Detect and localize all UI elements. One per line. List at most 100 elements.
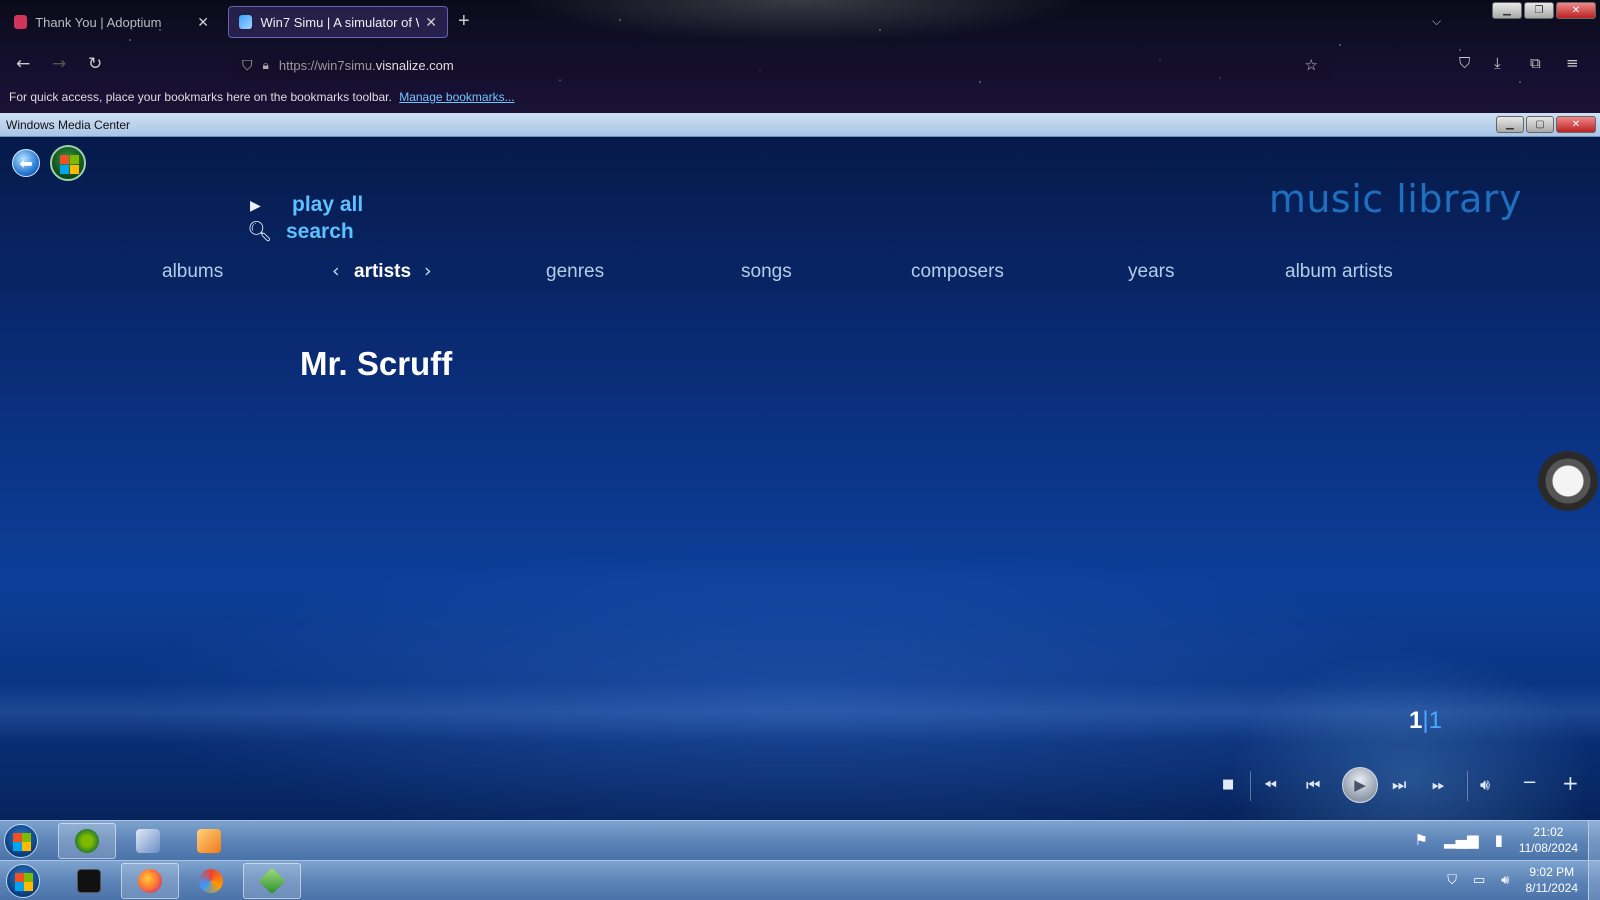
url-prefix: https://win7simu. [278,57,376,73]
windows-logo-icon [15,873,24,882]
category-albums[interactable]: albums [162,261,223,283]
system-tray: ⚑ ▂▄▆ ▮ 21:02 11/08/2024 [1415,824,1579,856]
taskbar-media-player[interactable] [180,823,238,859]
pocket-icon[interactable]: ⛉ [1459,54,1470,72]
manage-bookmarks-link[interactable]: Manage bookmarks... [399,90,514,104]
close-tab-icon[interactable]: ✕ [425,14,437,31]
tracking-shield-icon[interactable]: ⛉ [242,57,253,74]
extensions-icon[interactable]: ⧉ [1530,54,1541,72]
system-tray: ⛉ ▭ 🔊︎ 9:02 PM 8/11/2024 [1447,864,1578,896]
taskbar-terminal[interactable] [60,863,118,899]
play-all-button[interactable]: ▶ play all [250,193,363,217]
stop-icon[interactable]: ■ [1222,777,1234,792]
terminal-icon [77,869,101,893]
tab-title: Thank You | Adoptium [35,14,162,30]
magnifier-icon: 🔍︎ [247,221,273,243]
back-button[interactable]: ⬅ [12,149,40,177]
bookmarks-notice: For quick access, place your bookmarks h… [9,90,392,104]
taskbar-firefox[interactable] [121,863,179,899]
reload-icon[interactable]: ↻ [88,54,102,74]
url-text[interactable]: https://win7simu.visnalize.com [279,58,454,73]
new-tab-button[interactable]: + [458,10,470,33]
show-desktop-button[interactable] [1588,821,1600,861]
start-button[interactable] [4,824,38,858]
fast-forward-icon[interactable]: ⏩︎ [1432,775,1445,795]
network-signal-icon[interactable]: ▂▄▆ [1444,831,1479,849]
list-tabs-chevron-icon[interactable]: ⌵ [1432,14,1441,29]
tab-title: Win7 Simu | A simulator of Win [260,14,419,30]
page-counter: 1|1 [1409,707,1442,735]
clock[interactable]: 9:02 PM 8/11/2024 [1526,864,1579,896]
minimize-button[interactable]: ▁ [1492,2,1522,19]
skip-forward-icon[interactable]: ⏭︎ [1392,775,1406,795]
address-bar[interactable]: ⛉ 🔒︎ https://win7simu.visnalize.com ☆ [232,50,1332,80]
category-years[interactable]: years [1128,261,1174,283]
transport-divider [1467,771,1468,801]
category-composers[interactable]: composers [911,261,1004,283]
windows-logo-pane [24,882,33,891]
lock-icon[interactable]: 🔒︎ [263,58,269,73]
play-icon: ▶ [1354,776,1366,794]
taskbar-swirl-app[interactable] [182,863,240,899]
display-icon[interactable]: ▭ [1473,873,1485,888]
scroll-knob[interactable] [1538,451,1598,511]
search-button[interactable]: 🔍︎ search [247,219,354,244]
artist-tile[interactable]: Mr. Scruff [300,345,452,383]
windows-logo-pane [24,873,33,882]
category-strip: albums ‹ artists › genres songs composer… [0,257,1600,291]
media-center-start-button[interactable] [50,145,86,181]
transport-divider [1250,771,1251,801]
tab-win7simu[interactable]: Win7 Simu | A simulator of Win ✕ [228,6,448,38]
maximize-button[interactable]: ▢ [1526,116,1554,133]
taskbar-media-center[interactable] [58,823,116,859]
volume-up-icon[interactable]: + [1562,771,1579,795]
back-arrow-icon[interactable]: ← [16,54,30,74]
win7simu-favicon-icon [239,15,253,29]
close-tab-icon[interactable]: ✕ [197,14,209,31]
skip-back-icon[interactable]: ⏮︎ [1306,775,1320,795]
url-domain: visnalize.com [375,57,454,73]
browser-window-controls: ▁ ❐ ✕ [1492,2,1596,19]
chevron-right-icon[interactable]: › [424,260,432,282]
menu-icon[interactable]: ≡ [1566,54,1579,72]
action-center-flag-icon[interactable]: ⚑ [1415,831,1428,849]
show-desktop-button[interactable] [1588,861,1600,900]
simulated-taskbar: ⚑ ▂▄▆ ▮ 21:02 11/08/2024 [0,820,1600,861]
volume-icon[interactable]: 🔊︎ [1501,873,1509,888]
windows-logo-pane [60,165,69,174]
bookmark-star-icon[interactable]: ☆ [1305,56,1318,74]
clock[interactable]: 21:02 11/08/2024 [1519,824,1578,856]
clock-date: 8/11/2024 [1525,881,1579,895]
transport-controls: ■ ⏪︎ ⏮︎ ▶ ⏭︎ ⏩︎ 🔊︎ − + [1210,767,1595,807]
restore-button[interactable]: ❐ [1524,2,1554,19]
category-album-artists[interactable]: album artists [1285,261,1393,283]
category-songs[interactable]: songs [741,261,792,283]
media-player-icon [197,829,221,853]
category-genres[interactable]: genres [546,261,604,283]
security-shield-icon[interactable]: ⛉ [1447,873,1457,888]
rewind-icon[interactable]: ⏪︎ [1264,775,1277,795]
windows-logo-icon [60,155,69,164]
search-label: search [286,219,354,243]
play-all-label: play all [292,193,364,216]
volume-down-icon[interactable]: − [1522,772,1537,793]
downloads-icon[interactable]: ⤓ [1494,54,1501,72]
close-button[interactable]: ✕ [1556,2,1596,19]
taskbar-gem-app[interactable] [243,863,301,899]
swirl-app-icon [199,869,223,893]
start-button[interactable] [6,864,40,898]
chevron-left-icon[interactable]: ‹ [332,260,340,282]
taskbar-explorer[interactable] [119,823,177,859]
minimize-button[interactable]: ▁ [1496,116,1524,133]
windows-logo-icon [13,833,22,842]
tab-adoptium[interactable]: Thank You | Adoptium ✕ [4,6,219,38]
volume-icon[interactable]: 🔊︎ [1480,775,1490,795]
close-button[interactable]: ✕ [1556,116,1596,133]
window-title: Windows Media Center [6,118,131,132]
play-button[interactable]: ▶ [1342,767,1378,803]
firefox-icon [138,869,162,893]
battery-icon[interactable]: ▮ [1495,831,1503,849]
category-artists[interactable]: artists [354,261,411,283]
forward-arrow-icon[interactable]: → [52,54,66,74]
windows-logo-pane [13,842,22,851]
